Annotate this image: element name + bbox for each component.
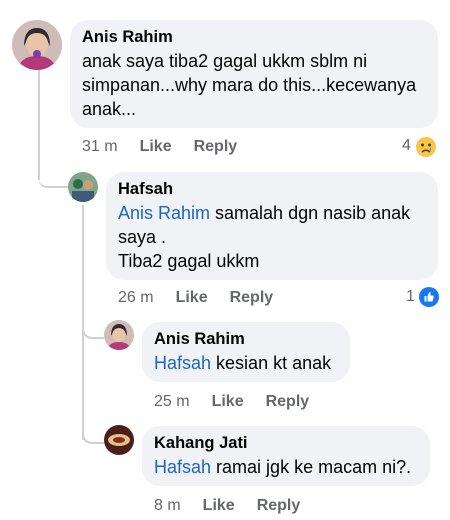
comment-text-body: kesian kt anak xyxy=(211,353,332,373)
comment-actions-3: 25 m Like Reply xyxy=(154,393,309,411)
comment-bubble-1: Anis Rahim anak saya tiba2 gagal ukkm sb… xyxy=(70,20,438,128)
comment-text-line3: Tiba2 gagal ukkm xyxy=(118,251,260,271)
avatar-anis-rahim-small[interactable] xyxy=(104,320,134,350)
reaction-summary-2[interactable]: 1 xyxy=(406,287,439,307)
mention-link[interactable]: Anis Rahim xyxy=(118,203,210,223)
like-button[interactable]: Like xyxy=(212,393,244,411)
comment-text: Hafsah kesian kt anak xyxy=(154,351,338,375)
thread-elbow-3 xyxy=(82,410,104,444)
comment-text: anak saya tiba2 gagal ukkm sblm ni simpa… xyxy=(82,51,417,119)
comment-text: Anis Rahim samalah dgn nasib anak saya .… xyxy=(118,201,426,273)
comment-time[interactable]: 8 m xyxy=(154,497,181,515)
mention-link[interactable]: Hafsah xyxy=(154,457,211,477)
thread-elbow-1 xyxy=(38,150,68,188)
like-button[interactable]: Like xyxy=(203,497,235,515)
comment-author[interactable]: Hafsah xyxy=(118,180,426,199)
like-button[interactable]: Like xyxy=(176,289,208,307)
reaction-count: 4 xyxy=(402,137,411,154)
comment-text: Hafsah ramai jgk ke macam ni?. xyxy=(154,455,418,479)
comment-time[interactable]: 26 m xyxy=(118,289,154,307)
mention-link[interactable]: Hafsah xyxy=(154,353,211,373)
like-thumb-icon xyxy=(418,287,439,307)
comment-actions-2: 26 m Like Reply xyxy=(118,289,273,307)
comment-time[interactable]: 25 m xyxy=(154,393,190,411)
comment-time[interactable]: 31 m xyxy=(82,138,118,156)
comment-author[interactable]: Anis Rahim xyxy=(82,28,426,47)
comment-author[interactable]: Anis Rahim xyxy=(154,330,338,349)
thread-elbow-2 xyxy=(82,305,104,339)
comment-text-line2: saya . xyxy=(118,227,167,247)
reply-button[interactable]: Reply xyxy=(266,393,310,411)
comment-bubble-4: Kahang Jati Hafsah ramai jgk ke macam ni… xyxy=(142,426,430,486)
comment-actions-1: 31 m Like Reply xyxy=(82,138,237,156)
avatar-kahang-jati[interactable] xyxy=(104,425,134,455)
reply-button[interactable]: Reply xyxy=(230,289,274,307)
comment-author[interactable]: Kahang Jati xyxy=(154,434,418,453)
like-button[interactable]: Like xyxy=(140,138,172,156)
sad-face-icon xyxy=(415,136,436,157)
comment-bubble-3: Anis Rahim Hafsah kesian kt anak xyxy=(142,322,350,382)
reply-button[interactable]: Reply xyxy=(194,138,238,156)
comment-text-body: ramai jgk ke macam ni?. xyxy=(211,457,412,477)
avatar-hafsah[interactable] xyxy=(68,172,98,202)
reaction-summary-1[interactable]: 4 xyxy=(402,136,436,157)
comment-bubble-2: Hafsah Anis Rahim samalah dgn nasib anak… xyxy=(106,172,438,280)
comment-text-line1: samalah dgn nasib anak xyxy=(210,203,411,223)
reaction-count: 1 xyxy=(406,288,415,305)
reply-button[interactable]: Reply xyxy=(257,497,301,515)
comment-actions-4: 8 m Like Reply xyxy=(154,497,300,515)
avatar-anis-rahim[interactable] xyxy=(12,20,62,70)
